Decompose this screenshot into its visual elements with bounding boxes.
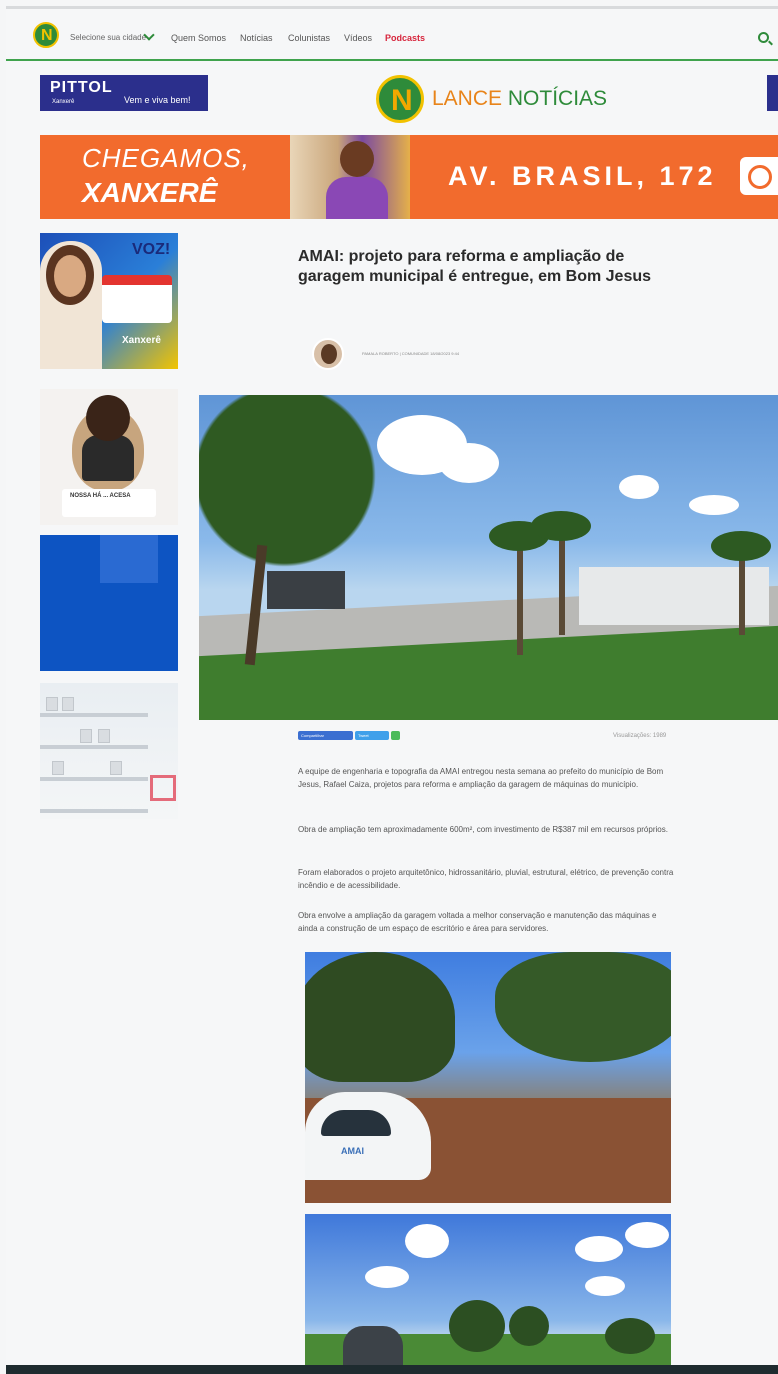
facebook-share-button[interactable]: Compartilhar — [298, 731, 353, 740]
banner-line1: CHEGAMOS, — [82, 143, 250, 173]
product-box — [110, 761, 122, 775]
top-nav: N Selecione sua cidade Quem Somos Notíci… — [6, 9, 778, 61]
site-name[interactable]: LANCE NOTÍCIAS — [432, 87, 607, 111]
ad-photo — [40, 241, 102, 369]
tree — [305, 952, 455, 1082]
ad-brand: PITTOL — [50, 79, 113, 96]
building — [343, 1326, 403, 1366]
nav-videos[interactable]: Vídeos — [344, 33, 372, 43]
shelf — [40, 777, 148, 781]
pittol-ad[interactable]: PITTOL Xanxerê Vem e viva bem! — [40, 75, 208, 111]
article-meta: PAMALA ROBERTO | COMUNIDADE 18/08/2023 9… — [362, 351, 460, 356]
calendar-icon — [102, 275, 172, 323]
ad-card: NOSSA HÁ ... ACESA — [62, 489, 156, 517]
tree — [199, 395, 389, 625]
article-paragraph: Obra envolve a ampliação da garagem volt… — [298, 911, 657, 933]
palm-trunk — [517, 535, 523, 655]
ad-person-head — [86, 395, 130, 441]
product-box — [80, 729, 92, 743]
ad-card-text: NOSSA HÁ ... ACESA — [70, 493, 131, 499]
sidebar-ad-person[interactable]: NOSSA HÁ ... ACESA — [40, 389, 178, 525]
nav-colunistas[interactable]: Colunistas — [288, 33, 330, 43]
brand-part1: LANCE — [432, 87, 503, 110]
nav-quem-somos[interactable]: Quem Somos — [171, 33, 226, 43]
product-box — [98, 729, 110, 743]
article-paragraph: Foram elaborados o projeto arquitetônico… — [298, 868, 674, 890]
ad-person-body — [82, 435, 134, 481]
article-paragraph: A equipe de engenharia e topografia da A… — [298, 767, 664, 789]
product-box — [52, 761, 64, 775]
author-avatar[interactable] — [312, 338, 344, 370]
ad-city: Xanxerê — [122, 335, 161, 346]
cloud — [439, 443, 499, 483]
sidebar-ad-blue[interactable] — [40, 535, 178, 671]
site-logo[interactable]: N — [376, 75, 424, 123]
logo-letter: N — [41, 27, 53, 44]
car-label: AMAI — [341, 1146, 364, 1156]
shelf — [40, 713, 148, 717]
ad-shape — [100, 535, 158, 583]
palm-frond — [531, 511, 591, 541]
cloud — [365, 1266, 409, 1288]
article-photo-site[interactable]: AMAI — [305, 952, 671, 1203]
logo-letter: N — [391, 84, 413, 117]
city-selector[interactable]: Selecione sua cidade — [70, 33, 146, 42]
sidebar-ad-pharmacy[interactable] — [40, 683, 178, 819]
brand-part2: NOTÍCIAS — [507, 87, 608, 110]
cloud — [575, 1236, 623, 1262]
shelf — [40, 745, 148, 749]
nav-noticias[interactable]: Notícias — [240, 33, 273, 43]
article-title: AMAI: projeto para reforma e ampliação d… — [298, 248, 652, 285]
right-ad[interactable] — [767, 75, 778, 111]
nav-podcasts[interactable]: Podcasts — [385, 33, 425, 43]
view-count: Visualizações: 1989 — [613, 733, 667, 739]
cloud — [619, 475, 659, 499]
palm-trunk — [559, 525, 565, 635]
article-paragraph: Obra de ampliação tem aproximadamente 60… — [298, 825, 668, 834]
ad-slogan: Vem e viva bem! — [124, 95, 191, 105]
car: AMAI — [305, 1092, 431, 1180]
tree — [495, 952, 671, 1062]
tree — [509, 1306, 549, 1346]
tree — [449, 1300, 505, 1352]
cloud — [585, 1276, 625, 1296]
cloud — [405, 1224, 449, 1258]
ad-city: Xanxerê — [52, 99, 75, 105]
footer-bar — [6, 1365, 778, 1374]
whatsapp-share-button[interactable] — [391, 731, 400, 740]
product-box — [46, 697, 58, 711]
banner-address: AV. BRASIL, 172 — [448, 161, 717, 191]
chat-bubble-icon — [740, 157, 778, 195]
banner-photo — [290, 135, 410, 219]
palm-frond — [711, 531, 771, 561]
article-photo-render[interactable] — [305, 1214, 671, 1366]
twitter-share-button[interactable]: Tweet — [355, 731, 389, 740]
product-box — [62, 697, 74, 711]
banner-ad[interactable]: CHEGAMOS, XANXERÊ AV. BRASIL, 172 — [40, 135, 778, 219]
browser-viewport: N Selecione sua cidade Quem Somos Notíci… — [6, 6, 778, 1374]
search-icon[interactable] — [758, 32, 769, 43]
cloud — [689, 495, 739, 515]
cloud — [625, 1222, 669, 1248]
pharmacy-cross-icon — [150, 775, 176, 801]
sidebar-ad-voz[interactable]: VOZ! Xanxerê — [40, 233, 178, 369]
article-hero-image[interactable] — [199, 395, 778, 720]
ad-headline: VOZ! — [132, 241, 171, 258]
site-logo-small[interactable]: N — [33, 22, 59, 48]
banner-line2: XANXERÊ — [82, 177, 218, 208]
shelf — [40, 809, 148, 813]
tree — [605, 1318, 655, 1354]
